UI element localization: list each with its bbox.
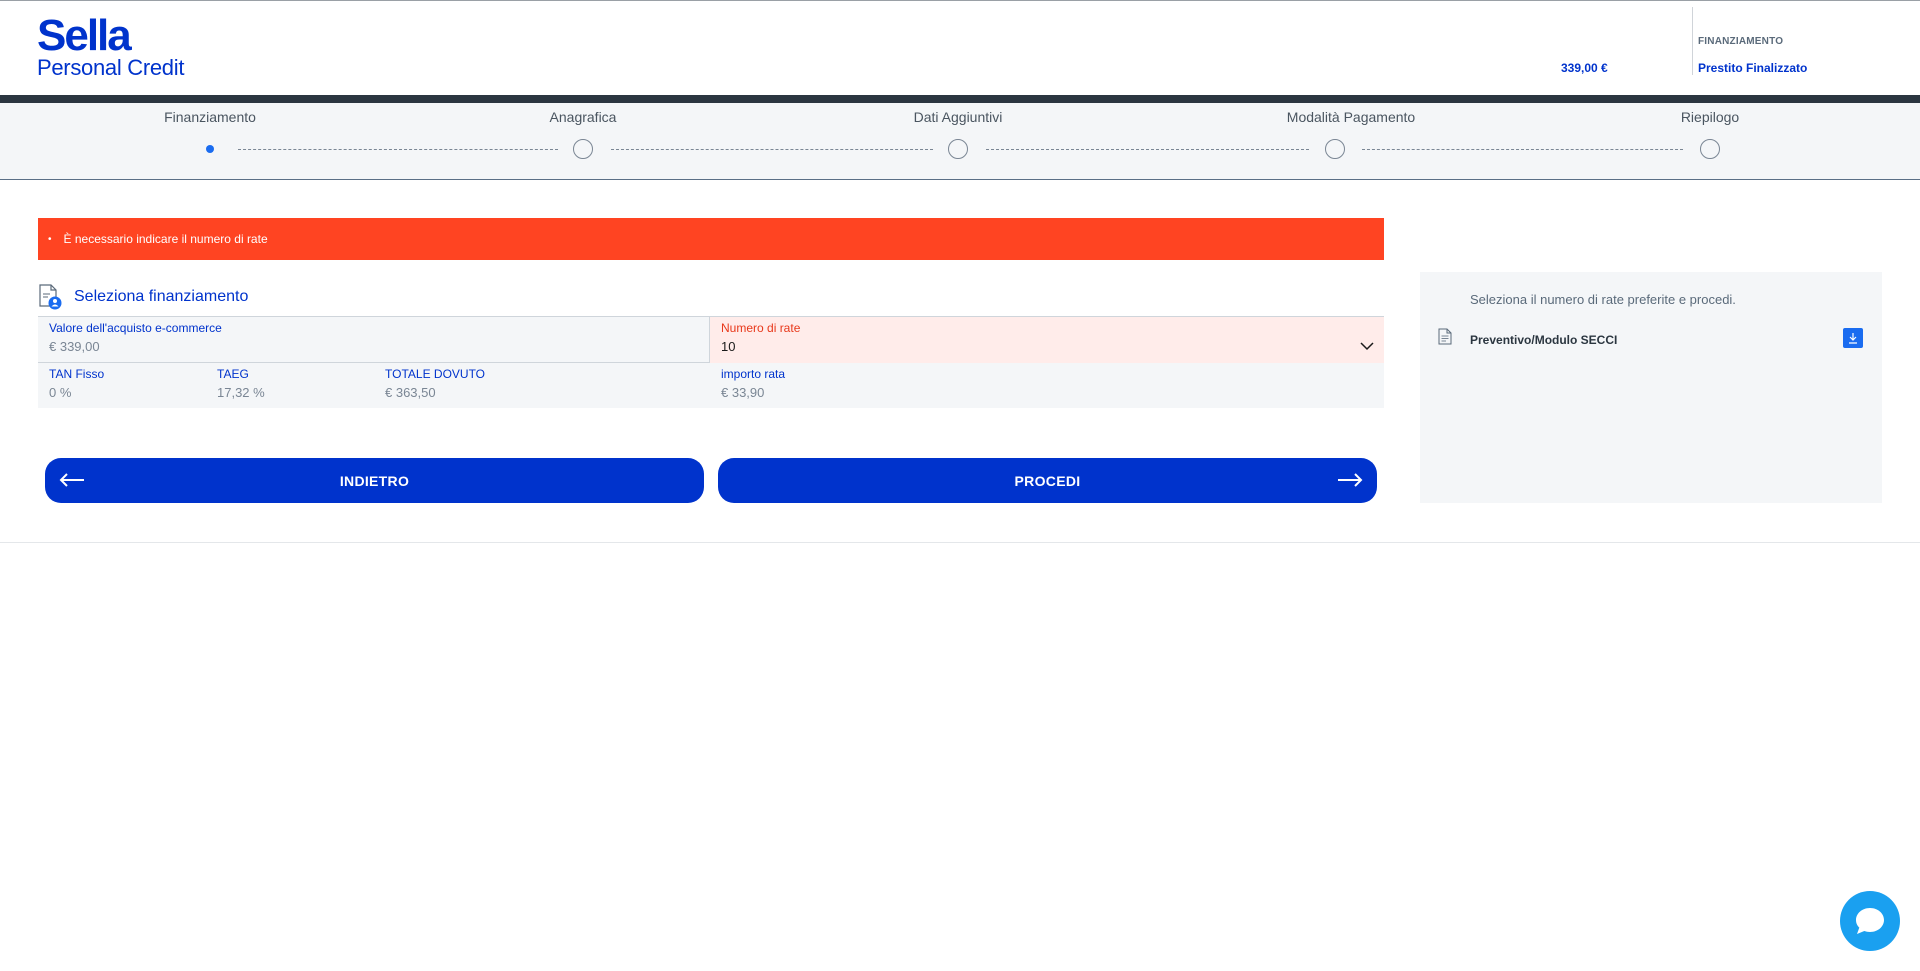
back-button-label: INDIETRO [339, 472, 410, 489]
side-hint-text: Seleziona il numero di rate preferite e … [1470, 292, 1736, 307]
header-financing-value: Prestito Finalizzato [1698, 61, 1808, 75]
alert-bullet: • [48, 233, 52, 245]
installment-amount-label: importo rata [721, 367, 786, 381]
step-indicator [573, 139, 593, 159]
arrow-right-icon [1338, 473, 1363, 487]
logo-main-text: Sella [37, 11, 132, 60]
document-user-icon [38, 284, 62, 310]
purchase-value-label: Valore dell'acquisto e-commerce [49, 321, 222, 335]
header-financing-label: FINANZIAMENTO [1698, 36, 1784, 47]
content-divider [0, 542, 1920, 543]
header-divider [1692, 7, 1693, 75]
progress-stepper: Finanziamento Anagrafica Dati Aggiuntivi… [0, 103, 1920, 180]
form-row-main: Valore dell'acquisto e-commerce € 339,00… [38, 317, 1384, 363]
error-alert: • È necessario indicare il numero di rat… [38, 218, 1384, 260]
step-label-anagrafica: Anagrafica [549, 109, 617, 125]
arrow-left-icon [59, 473, 84, 487]
step-connector [986, 149, 1309, 150]
download-icon [1849, 333, 1857, 344]
chevron-down-icon[interactable] [1360, 341, 1374, 351]
step-label-dati-aggiuntivi: Dati Aggiuntivi [913, 109, 1003, 125]
header-dark-bar [0, 95, 1920, 103]
header-amount: 339,00 € [1561, 61, 1608, 75]
side-panel: Seleziona il numero di rate preferite e … [1420, 272, 1882, 503]
step-indicator [1700, 139, 1720, 159]
sella-logo[interactable]: Sella Personal Credit [37, 11, 185, 80]
purchase-value: € 339,00 [49, 339, 100, 354]
step-indicator-active [200, 139, 220, 159]
step-label-modalita-pagamento: Modalità Pagamento [1286, 109, 1416, 125]
chat-button[interactable] [1840, 891, 1900, 951]
logo-sub-text: Personal Credit [37, 55, 185, 80]
purchase-value-field: Valore dell'acquisto e-commerce € 339,00 [38, 317, 710, 363]
header: Sella Personal Credit 339,00 € FINANZIAM… [0, 0, 1920, 95]
total-due-field: TOTALE DOVUTO € 363,50 [374, 363, 710, 409]
alert-message: È necessario indicare il numero di rate [63, 232, 268, 246]
page: Sella Personal Credit 339,00 € FINANZIAM… [0, 0, 1920, 971]
proceed-button[interactable]: PROCEDI [718, 458, 1377, 503]
step-indicator [948, 139, 968, 159]
step-connector [611, 149, 933, 150]
taeg-field: TAEG 17,32 % [206, 363, 374, 409]
proceed-button-label: PROCEDI [1014, 472, 1081, 489]
back-button[interactable]: INDIETRO [45, 458, 704, 503]
step-connector [238, 149, 558, 150]
section-header: Seleziona finanziamento [38, 284, 248, 310]
section-title: Seleziona finanziamento [74, 288, 249, 305]
installments-value[interactable]: 10 [721, 339, 735, 354]
secci-document-link[interactable]: Preventivo/Modulo SECCI [1470, 333, 1617, 347]
installment-amount-value: € 33,90 [721, 385, 765, 400]
taeg-value: 17,32 % [217, 385, 265, 400]
installments-label: Numero di rate [721, 321, 801, 335]
step-indicator [1325, 139, 1345, 159]
tan-value: 0 % [49, 385, 72, 400]
total-due-value: € 363,50 [385, 385, 436, 400]
installments-select[interactable]: Numero di rate 10 [710, 317, 1384, 363]
installment-amount-field: importo rata € 33,90 [710, 363, 1384, 409]
total-due-label: TOTALE DOVUTO [385, 367, 486, 381]
step-label-finanziamento: Finanziamento [164, 109, 256, 125]
step-label-riepilogo: Riepilogo [1680, 109, 1740, 125]
tan-field: TAN Fisso 0 % [38, 363, 206, 409]
taeg-label: TAEG [217, 367, 249, 381]
tan-label: TAN Fisso [49, 367, 105, 381]
step-connector [1362, 149, 1683, 150]
form-row-summary: TAN Fisso 0 % TAEG 17,32 % TOTALE DOVUTO… [38, 363, 1384, 409]
download-button[interactable] [1843, 328, 1863, 348]
document-icon [1438, 328, 1452, 345]
financing-form: Valore dell'acquisto e-commerce € 339,00… [38, 316, 1384, 408]
chat-bubble-icon [1856, 908, 1884, 934]
